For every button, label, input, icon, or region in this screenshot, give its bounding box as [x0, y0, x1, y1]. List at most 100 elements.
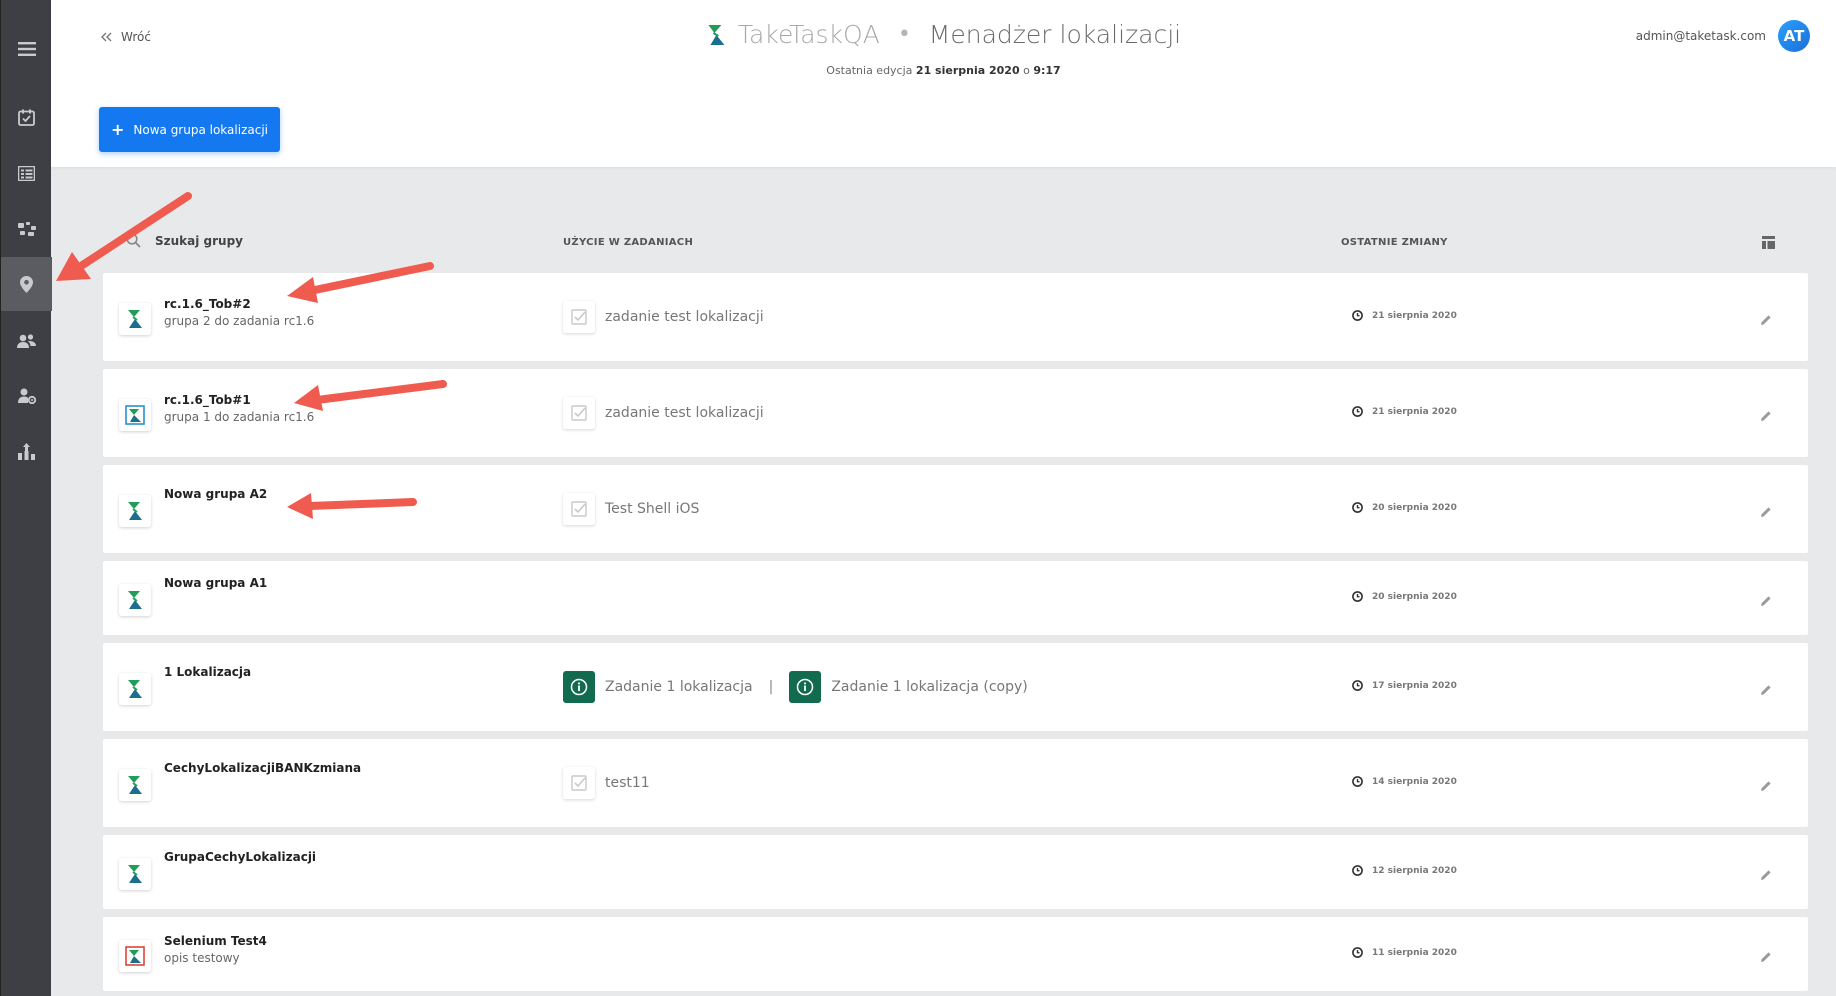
edit-pencil-icon: [1761, 952, 1771, 962]
change-date: 12 sierpnia 2020: [1372, 865, 1457, 876]
location-pin-icon: [20, 275, 33, 293]
page-title: Menadżer lokalizacji: [928, 20, 1182, 49]
table-row[interactable]: GrupaCechyLokalizacji 12 sierpnia 2020: [103, 835, 1808, 909]
group-name[interactable]: CechyLokalizacjiBANKzmiana: [164, 761, 361, 775]
sidebar-item-diagram[interactable]: [1, 202, 52, 256]
sidebar-item-tasks[interactable]: [1, 90, 52, 144]
last-edit-date: 21 sierpnia 2020: [915, 64, 1020, 77]
group-logo: [119, 584, 151, 616]
group-logo-icon: [128, 310, 142, 328]
task-link[interactable]: zadanie test lokalizacji: [563, 301, 764, 333]
users-icon: [17, 333, 36, 348]
sidebar-item-list[interactable]: [1, 146, 52, 200]
task-link[interactable]: zadanie test lokalizacji: [563, 397, 764, 429]
sidebar-menu-button[interactable]: [1, 22, 52, 76]
sidebar-item-users[interactable]: [1, 314, 52, 368]
task-link[interactable]: test11: [563, 767, 650, 799]
sidebar: [0, 0, 52, 996]
group-logo: [119, 399, 151, 431]
edit-button[interactable]: [1760, 866, 1772, 885]
edit-button[interactable]: [1760, 311, 1772, 330]
search-icon: [126, 233, 141, 248]
group-description: opis testowy: [164, 951, 240, 965]
task-label: Zadanie 1 lokalizacja: [605, 679, 753, 695]
group-search: [126, 233, 315, 248]
clock-icon: [1352, 310, 1363, 321]
task-link[interactable]: Zadanie 1 lokalizacja: [563, 671, 753, 703]
user-settings-icon: [17, 388, 36, 404]
group-name[interactable]: Selenium Test4: [164, 934, 267, 948]
group-logo: [119, 769, 151, 801]
clock-icon: [1352, 776, 1363, 787]
group-name[interactable]: rc.1.6_Tob#2: [164, 297, 251, 311]
user-email: admin@taketask.com: [1635, 29, 1766, 43]
edit-button[interactable]: [1760, 503, 1772, 522]
diagram-icon: [17, 222, 36, 236]
group-name[interactable]: rc.1.6_Tob#1: [164, 393, 251, 407]
table-row[interactable]: CechyLokalizacjiBANKzmiana test11 14 sierp…: [103, 739, 1808, 827]
table-row[interactable]: rc.1.6_Tob#1 grupa 1 do zadania rc1.6 zada…: [103, 369, 1808, 457]
last-change: 11 sierpnia 2020: [1352, 947, 1457, 958]
clock-icon: [1352, 680, 1363, 691]
clock-icon: [1352, 591, 1363, 602]
edit-pencil-icon: [1761, 315, 1771, 325]
task-link[interactable]: Test Shell iOS: [563, 493, 699, 525]
task-icon: [563, 671, 595, 703]
edit-button[interactable]: [1760, 948, 1772, 967]
table-row[interactable]: rc.1.6_Tob#2 grupa 2 do zadania rc1.6 zada…: [103, 273, 1808, 361]
edit-pencil-icon: [1761, 411, 1771, 421]
edit-button[interactable]: [1760, 407, 1772, 426]
table-layout-icon[interactable]: [1762, 236, 1775, 249]
column-header-usage: UŻYCIE W ZADANIACH: [563, 237, 694, 248]
last-change: 20 sierpnia 2020: [1352, 591, 1457, 602]
table-row[interactable]: Nowa grupa A1 20 sierpnia 2020: [103, 561, 1808, 635]
task-check-icon: [571, 501, 587, 517]
sidebar-item-user-settings[interactable]: [1, 369, 52, 423]
group-name[interactable]: GrupaCechyLokalizacji: [164, 850, 316, 864]
last-change: 21 sierpnia 2020: [1352, 406, 1457, 417]
table-row[interactable]: 1 Lokalizacja Zadanie 1 lokalizacja | Zadan…: [103, 643, 1808, 731]
title-separator: •: [897, 22, 911, 47]
task-usage-list: Test Shell iOS: [563, 493, 699, 525]
page-header: Wróć TakeTaskQA • Menadżer lokalizacji O…: [51, 0, 1836, 167]
group-logo-icon: [128, 591, 142, 609]
table-row[interactable]: Selenium Test4 opis testowy 11 sierpnia 20…: [103, 917, 1808, 991]
task-icon: [563, 493, 595, 525]
edit-button[interactable]: [1760, 592, 1772, 611]
page-title-group: TakeTaskQA • Menadżer lokalizacji: [706, 20, 1181, 49]
edit-button[interactable]: [1760, 681, 1772, 700]
table-row[interactable]: Nowa grupa A2 Test Shell iOS 20 sierpnia 2…: [103, 465, 1808, 553]
avatar[interactable]: AT: [1778, 20, 1810, 52]
task-usage-list: zadanie test lokalizacji: [563, 301, 764, 333]
group-name[interactable]: Nowa grupa A2: [164, 487, 267, 501]
edit-pencil-icon: [1761, 507, 1771, 517]
edit-button[interactable]: [1760, 777, 1772, 796]
task-usage-list: test11: [563, 767, 650, 799]
new-location-group-label: Nowa grupa lokalizacji: [133, 122, 268, 137]
new-location-group-button[interactable]: + Nowa grupa lokalizacji: [99, 107, 280, 152]
change-date: 14 sierpnia 2020: [1372, 776, 1457, 787]
column-header-changes: OSTATNIE ZMIANY: [1341, 237, 1448, 248]
last-change: 21 sierpnia 2020: [1352, 310, 1457, 321]
sidebar-item-stats[interactable]: [1, 424, 52, 478]
last-change: 14 sierpnia 2020: [1352, 776, 1457, 787]
last-edit-time: 9:17: [1033, 64, 1061, 77]
group-logo-icon: [125, 946, 145, 966]
group-name[interactable]: Nowa grupa A1: [164, 576, 267, 590]
task-link[interactable]: Zadanie 1 lokalizacja (copy): [789, 671, 1028, 703]
search-input[interactable]: [155, 233, 315, 248]
task-check-icon: [18, 109, 35, 126]
taketask-logo-icon: [707, 24, 724, 45]
back-link[interactable]: Wróć: [101, 30, 151, 44]
task-label: test11: [605, 775, 650, 791]
edit-pencil-icon: [1761, 781, 1771, 791]
group-name[interactable]: 1 Lokalizacja: [164, 665, 251, 679]
clock-icon: [1352, 947, 1363, 958]
last-edit-joiner: o: [1023, 64, 1030, 77]
last-change: 20 sierpnia 2020: [1352, 502, 1457, 513]
task-check-icon: [571, 775, 587, 791]
task-check-icon: [571, 309, 587, 325]
sidebar-item-locations[interactable]: [1, 257, 52, 311]
user-menu[interactable]: admin@taketask.com AT: [1636, 20, 1810, 52]
task-icon: [563, 767, 595, 799]
